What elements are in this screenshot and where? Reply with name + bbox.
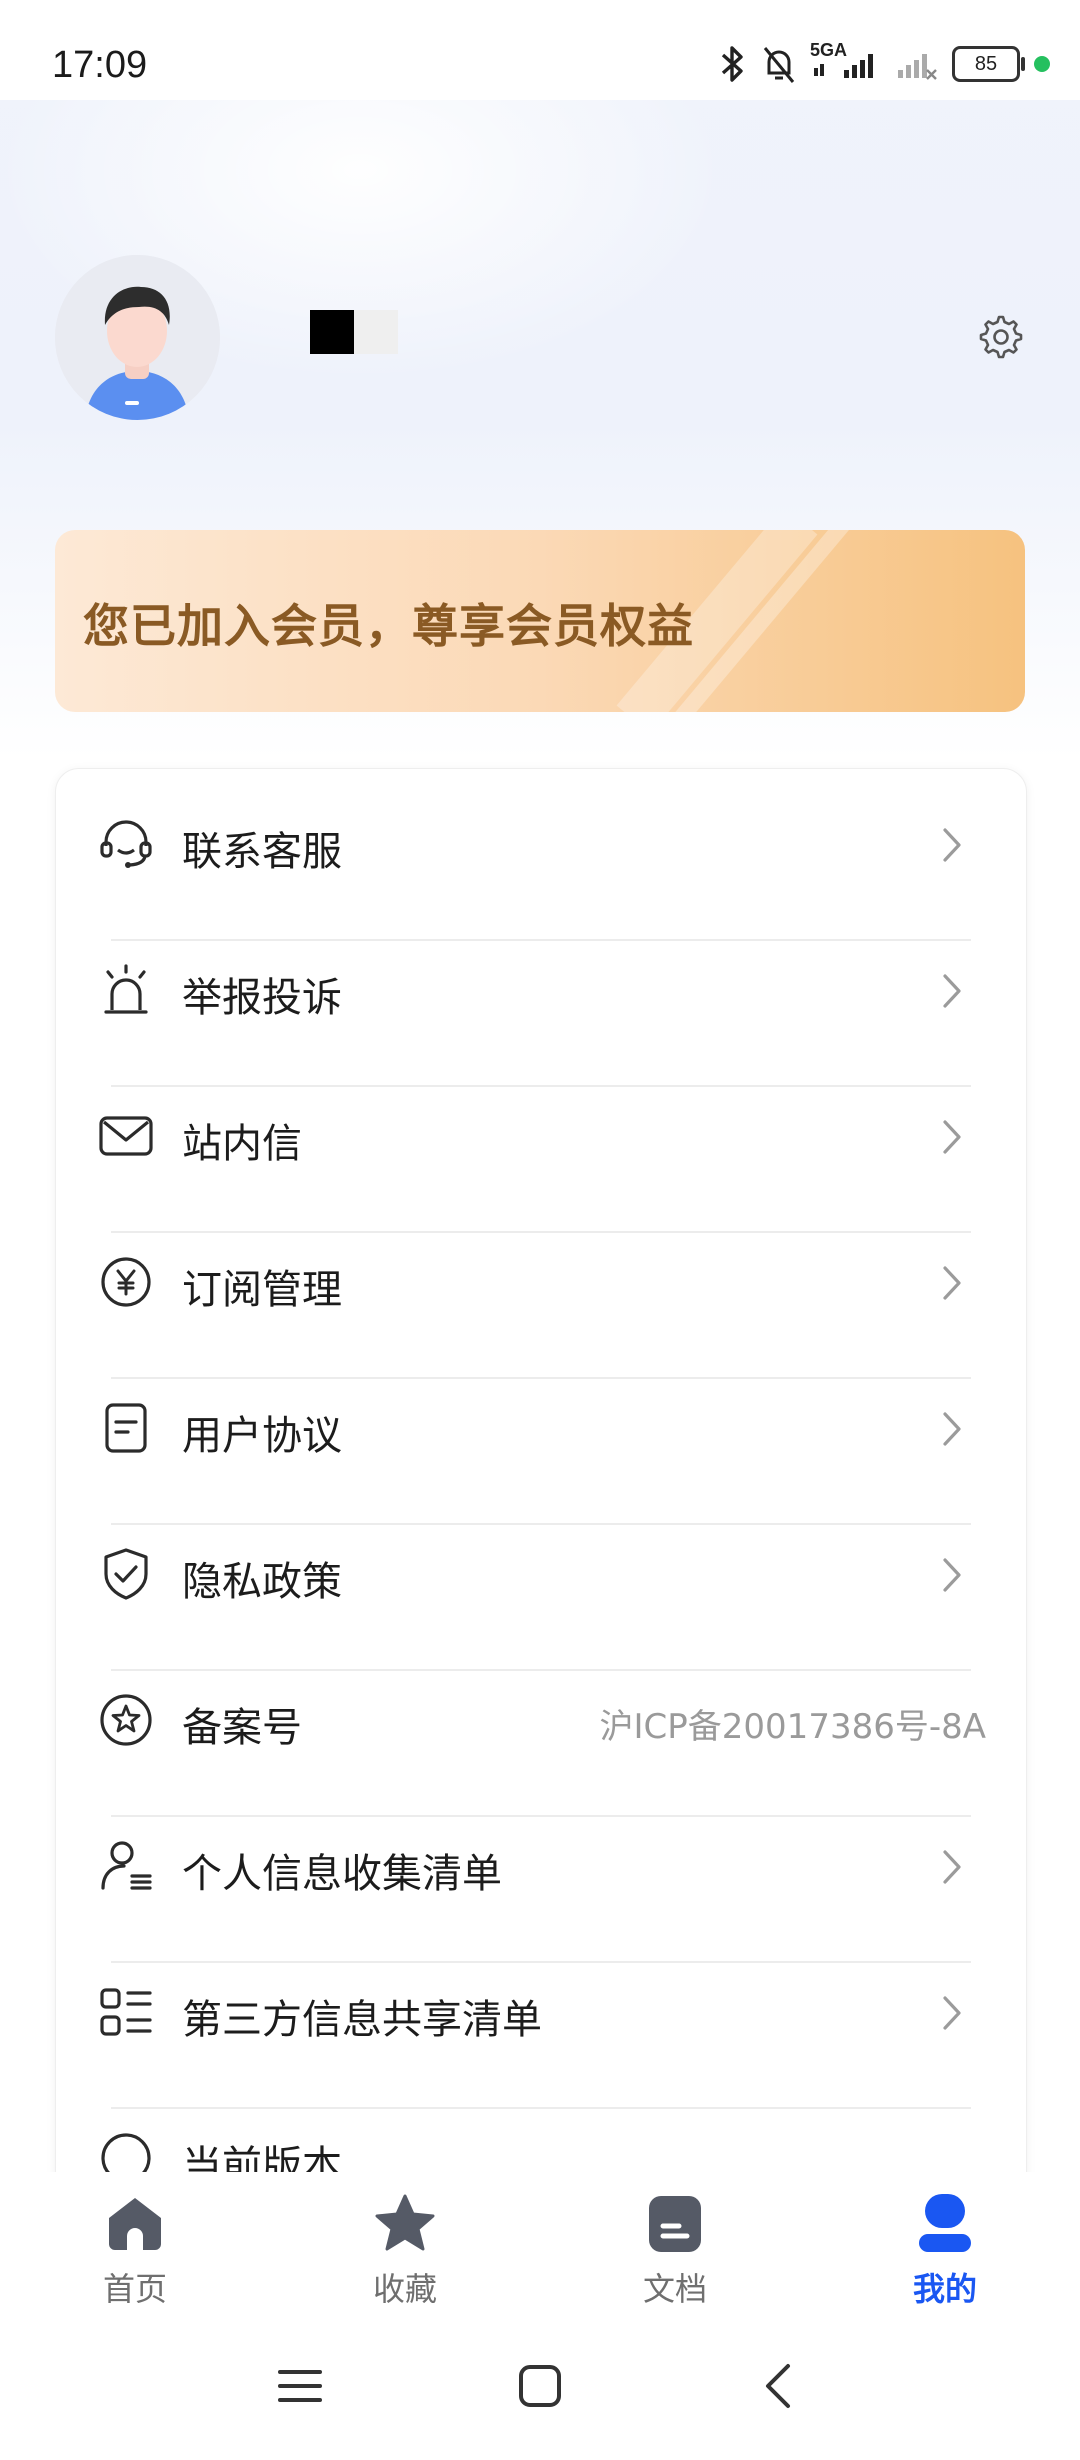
person-icon [919,2194,971,2252]
menu-item-icp-record[interactable]: 备案号 沪ICP备20017386号-8A [56,1645,1026,1791]
menu-item-label: 站内信 [182,1121,302,1167]
icp-record-number: 沪ICP备20017386号-8A [599,1707,986,1747]
member-banner[interactable]: 您已加入会员，尊享会员权益 [55,530,1025,712]
chevron-right-icon [943,1996,961,2030]
signal-weak-icon [898,54,937,80]
avatar-illustration [55,255,220,420]
home-icon [109,2198,161,2250]
signal-icon [814,54,873,78]
user-list-icon [101,1841,152,1890]
star-badge-icon [100,1694,152,1746]
chevron-right-icon [943,1850,961,1884]
menu-item-label: 隐私政策 [182,1559,342,1605]
menu-item-privacy-policy[interactable]: 隐私政策 [56,1499,1026,1645]
yuan-icon [101,1257,151,1307]
home-button-icon[interactable] [510,2356,570,2416]
chevron-right-icon [943,828,961,862]
back-icon[interactable] [750,2356,810,2416]
menu-item-report[interactable]: 举报投诉 [56,915,1026,1061]
headset-icon [100,820,152,868]
mail-icon [99,1116,153,1156]
status-bar: 17:09 5GA 85 [0,0,1080,100]
menu-item-label: 用户协议 [182,1413,342,1459]
gear-icon[interactable] [978,314,1024,360]
status-time: 17:09 [52,44,148,86]
tab-home[interactable]: 首页 [35,2172,235,2312]
chevron-right-icon [943,974,961,1008]
member-banner-text: 您已加入会员，尊享会员权益 [83,599,694,653]
chevron-right-icon [943,1558,961,1592]
avatar[interactable] [55,255,220,420]
tab-label: 收藏 [372,2270,437,2308]
bluetooth-icon [721,46,743,82]
menu-item-label: 举报投诉 [182,975,342,1021]
star-icon [375,2194,435,2251]
menu-item-personal-info-list[interactable]: 个人信息收集清单 [56,1791,1026,1937]
tab-documents[interactable]: 文档 [575,2172,775,2312]
menu-item-contact-service[interactable]: 联系客服 [56,769,1026,915]
chevron-right-icon [943,1266,961,1300]
menu-item-label: 第三方信息共享清单 [182,1997,542,2043]
battery-icon: 85 [952,46,1025,82]
menu-icon[interactable] [270,2356,330,2416]
grid-list-icon [100,1988,152,2036]
tab-label: 我的 [912,2270,977,2308]
tab-label: 文档 [642,2270,707,2308]
status-icons: 5GA 85 [718,40,1050,84]
alarm-icon [104,964,148,1014]
chevron-right-icon [943,1120,961,1154]
menu-item-label: 备案号 [182,1705,302,1751]
menu-item-label: 联系客服 [182,829,342,875]
username-redacted [310,310,398,354]
menu-item-subscription[interactable]: 订阅管理 [56,1207,1026,1353]
tab-label: 首页 [102,2270,167,2308]
system-nav-bar [0,2312,1080,2460]
menu-item-inbox[interactable]: 站内信 [56,1061,1026,1207]
status-dot [1034,56,1050,72]
tab-mine[interactable]: 我的 [845,2172,1045,2312]
menu-item-user-agreement[interactable]: 用户协议 [56,1353,1026,1499]
menu-item-third-party-sharing[interactable]: 第三方信息共享清单 [56,1937,1026,2083]
shield-check-icon [104,1548,148,1600]
menu-card: 联系客服 举报投诉 站内信 订阅管理 用户协议 隐私政策 备案号 沪ICP备20… [55,768,1027,2270]
mute-bell-icon [763,47,795,83]
network-indicator: 5GA [810,40,880,84]
chevron-right-icon [943,1412,961,1446]
tab-favorites[interactable]: 收藏 [305,2172,505,2312]
menu-item-label: 订阅管理 [182,1267,342,1313]
menu-item-label: 个人信息收集清单 [182,1851,502,1897]
document-icon [105,1403,147,1453]
doc-icon [649,2196,701,2252]
bottom-tab-bar: 首页 收藏 文档 我的 [0,2172,1080,2312]
